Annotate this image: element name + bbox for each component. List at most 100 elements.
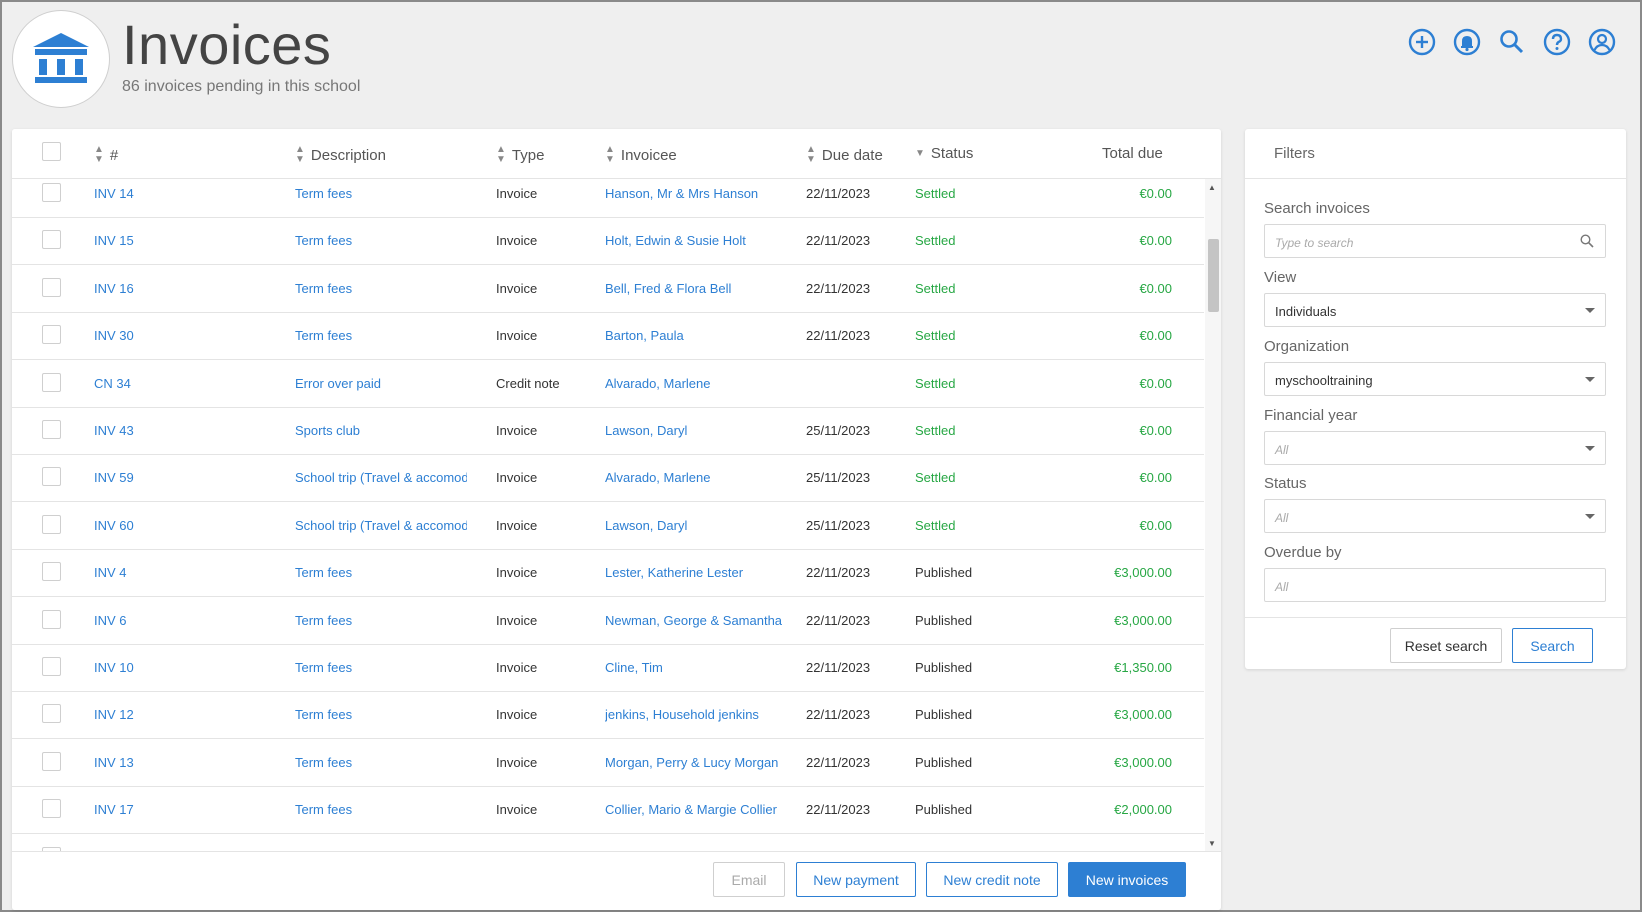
description-link[interactable]: School trip (Travel & accomodat [295, 518, 467, 533]
invoicee-link[interactable]: Holt, Edwin & Susie Holt [605, 233, 799, 248]
new-payment-button[interactable]: New payment [796, 862, 916, 897]
scroll-up-icon[interactable]: ▲ [1208, 183, 1216, 192]
view-select[interactable]: Individuals [1264, 293, 1606, 327]
row-checkbox[interactable] [42, 562, 61, 581]
table-row[interactable]: INV 15 Term fees Invoice Holt, Edwin & Susi… [12, 217, 1204, 265]
table-row[interactable]: INV 14 Term fees Invoice Hanson, Mr & Mrs H… [12, 179, 1204, 218]
invoice-number-link[interactable]: CN 34 [94, 376, 274, 391]
email-button[interactable]: Email [713, 862, 785, 897]
description-link[interactable]: Sports club [295, 423, 467, 438]
invoicee-link[interactable]: Newman, George & Samantha [605, 613, 799, 628]
table-row[interactable]: INV 13 Term fees Invoice Morgan, Perry & Lu… [12, 739, 1204, 787]
table-row[interactable]: INV 43 Sports club Invoice Lawson, Daryl 25/… [12, 407, 1204, 455]
new-invoices-button[interactable]: New invoices [1068, 862, 1186, 897]
bell-icon[interactable] [1453, 28, 1481, 56]
search-button[interactable]: Search [1512, 628, 1593, 663]
row-checkbox[interactable] [42, 278, 61, 297]
select-all-checkbox[interactable] [42, 142, 61, 161]
table-scrollbar[interactable]: ▲ ▼ [1205, 179, 1221, 852]
row-checkbox[interactable] [42, 610, 61, 629]
description-link[interactable]: Term fees [295, 328, 467, 343]
row-checkbox[interactable] [42, 657, 61, 676]
invoice-number-link[interactable]: INV 12 [94, 707, 274, 722]
description-link[interactable]: Term fees [295, 707, 467, 722]
row-checkbox[interactable] [42, 704, 61, 723]
scroll-thumb[interactable] [1208, 239, 1219, 312]
invoicee-link[interactable]: Barton, Paula [605, 328, 799, 343]
invoice-number-link[interactable]: INV 15 [94, 233, 274, 248]
scroll-down-icon[interactable]: ▼ [1208, 839, 1216, 848]
column-header-status[interactable]: ▼ Status [915, 145, 973, 162]
row-checkbox[interactable] [42, 373, 61, 392]
table-row[interactable]: INV 17 Term fees Invoice Collier, Mario & M… [12, 786, 1204, 834]
search-icon[interactable] [1498, 28, 1526, 56]
row-checkbox[interactable] [42, 230, 61, 249]
description-link[interactable]: Term fees [295, 613, 467, 628]
table-row[interactable]: INV 12 Term fees Invoice jenkins, Household… [12, 691, 1204, 739]
overdue-by-input[interactable]: All [1264, 568, 1606, 602]
invoicee-link[interactable]: Lawson, Daryl [605, 423, 799, 438]
description-link[interactable]: Term fees [295, 186, 467, 201]
row-checkbox[interactable] [42, 515, 61, 534]
invoicee-link[interactable]: Hanson, Mr & Mrs Hanson [605, 186, 799, 201]
invoicee-link[interactable]: jenkins, Household jenkins [605, 707, 799, 722]
table-row[interactable]: CN 34 Error over paid Credit note Alvarado,… [12, 360, 1204, 408]
column-header-type[interactable]: ▲ ▼ Type [496, 145, 544, 165]
table-row[interactable]: INV 16 Term fees Invoice Bell, Fred & Flora… [12, 265, 1204, 313]
user-icon[interactable] [1588, 28, 1616, 56]
invoice-number-link[interactable]: INV 4 [94, 565, 274, 580]
status-select[interactable]: All [1264, 499, 1606, 533]
invoice-number-link[interactable]: INV 13 [94, 755, 274, 770]
financial-year-select[interactable]: All [1264, 431, 1606, 465]
invoicee-link[interactable]: Alvarado, Marlene [605, 470, 799, 485]
table-row[interactable]: INV 4 Term fees Invoice Lester, Katherine L… [12, 549, 1204, 597]
invoicee-link[interactable]: Cline, Tim [605, 660, 799, 675]
new-credit-note-button[interactable]: New credit note [926, 862, 1058, 897]
table-row[interactable]: INV 6 Term fees Invoice Newman, George & Sa… [12, 597, 1204, 645]
invoice-number-link[interactable]: INV 59 [94, 470, 274, 485]
description-link[interactable]: Term fees [295, 660, 467, 675]
row-checkbox[interactable] [42, 467, 61, 486]
invoice-number-link[interactable]: INV 6 [94, 613, 274, 628]
invoice-number-link[interactable]: INV 10 [94, 660, 274, 675]
description-link[interactable]: School trip (Travel & accomodat [295, 470, 467, 485]
description-link[interactable]: Term fees [295, 802, 467, 817]
invoice-number-link[interactable]: INV 30 [94, 328, 274, 343]
description-link[interactable]: Error over paid [295, 376, 467, 391]
add-circle-icon[interactable] [1408, 28, 1436, 56]
invoice-number-link[interactable]: INV 16 [94, 281, 274, 296]
table-row[interactable]: INV 10 Term fees Invoice Cline, Tim 22/11/20… [12, 644, 1204, 692]
organization-select[interactable]: myschooltraining [1264, 362, 1606, 396]
invoicee-link[interactable]: Collier, Mario & Margie Collier [605, 802, 799, 817]
row-checkbox[interactable] [42, 183, 61, 202]
reset-search-button[interactable]: Reset search [1390, 628, 1502, 663]
description-link[interactable]: Term fees [295, 281, 467, 296]
column-header-total-due[interactable]: Total due [1102, 145, 1163, 162]
invoice-number-link[interactable]: INV 43 [94, 423, 274, 438]
invoicee-link[interactable]: Lawson, Daryl [605, 518, 799, 533]
invoicee-link[interactable]: Bell, Fred & Flora Bell [605, 281, 799, 296]
column-header-description[interactable]: ▲ ▼ Description [295, 145, 386, 165]
row-checkbox[interactable] [42, 752, 61, 771]
invoice-number-link[interactable]: INV 14 [94, 186, 274, 201]
description-link[interactable]: Term fees [295, 233, 467, 248]
column-header-number[interactable]: ▲ ▼ # [94, 145, 118, 165]
table-row[interactable]: INV 59 School trip (Travel & accomodat Inv… [12, 454, 1204, 502]
description-link[interactable]: Term fees [295, 755, 467, 770]
table-row[interactable]: INV 60 School trip (Travel & accomodat Inv… [12, 502, 1204, 550]
invoicee-link[interactable]: Alvarado, Marlene [605, 376, 799, 391]
row-checkbox[interactable] [42, 325, 61, 344]
invoice-number-link[interactable]: INV 17 [94, 802, 274, 817]
invoicee-link[interactable]: Morgan, Perry & Lucy Morgan [605, 755, 799, 770]
table-row[interactable] [12, 834, 1204, 852]
row-checkbox[interactable] [42, 420, 61, 439]
search-invoices-input[interactable]: Type to search [1264, 224, 1606, 258]
invoice-number-link[interactable]: INV 60 [94, 518, 274, 533]
column-header-invoicee[interactable]: ▲ ▼ Invoicee [605, 145, 677, 165]
row-checkbox[interactable] [42, 799, 61, 818]
column-header-due-date[interactable]: ▲ ▼ Due date [806, 145, 883, 165]
table-row[interactable]: INV 30 Term fees Invoice Barton, Paula 22/11… [12, 312, 1204, 360]
description-link[interactable]: Term fees [295, 565, 467, 580]
help-icon[interactable] [1543, 28, 1571, 56]
invoicee-link[interactable]: Lester, Katherine Lester [605, 565, 799, 580]
